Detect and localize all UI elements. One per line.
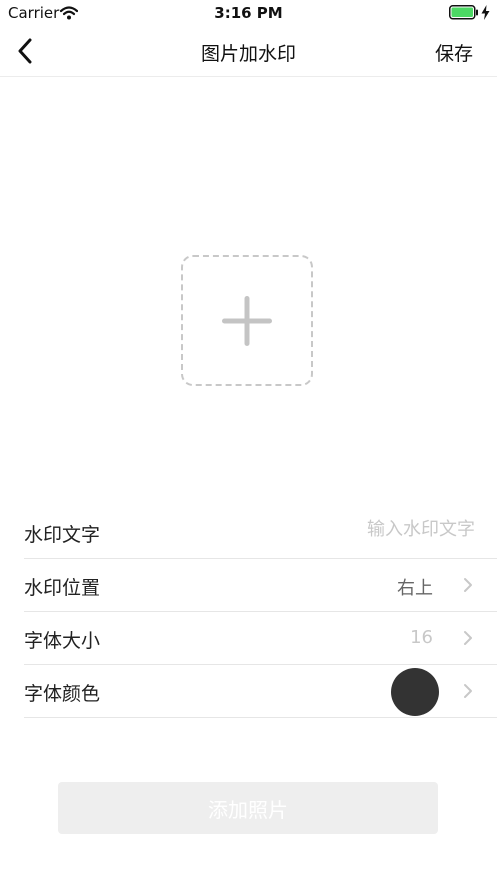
chevron-right-icon <box>464 631 472 645</box>
add-photo-button[interactable]: 添加照片 <box>58 782 438 834</box>
charging-icon <box>481 5 490 24</box>
status-bar: Carrier 3:16 PM <box>0 0 497 26</box>
font-size-row[interactable]: 字体大小 16 <box>24 612 497 665</box>
watermark-text-label: 水印文字 <box>24 524 101 546</box>
save-button[interactable]: 保存 <box>435 39 473 66</box>
watermark-position-value: 右上 <box>397 578 433 599</box>
plus-icon <box>222 295 272 346</box>
settings-list: 水印文字 水印位置 右上 字体大小 16 字体颜色 <box>24 506 497 718</box>
watermark-position-label: 水印位置 <box>24 577 101 599</box>
chevron-right-icon <box>464 684 472 698</box>
battery-icon <box>449 5 479 24</box>
navigation-bar: 图片加水印 保存 <box>0 26 497 77</box>
watermark-position-row[interactable]: 水印位置 右上 <box>24 559 497 612</box>
page-title: 图片加水印 <box>200 43 296 65</box>
clock: 3:16 PM <box>214 4 283 22</box>
add-image-button[interactable] <box>181 255 313 386</box>
font-size-label: 字体大小 <box>24 630 101 652</box>
watermark-text-input[interactable] <box>313 518 477 541</box>
chevron-right-icon <box>464 578 472 592</box>
font-size-value: 16 <box>410 627 433 648</box>
watermark-text-row: 水印文字 <box>24 506 497 559</box>
font-color-swatch[interactable] <box>391 668 439 716</box>
font-color-label: 字体颜色 <box>24 683 101 705</box>
